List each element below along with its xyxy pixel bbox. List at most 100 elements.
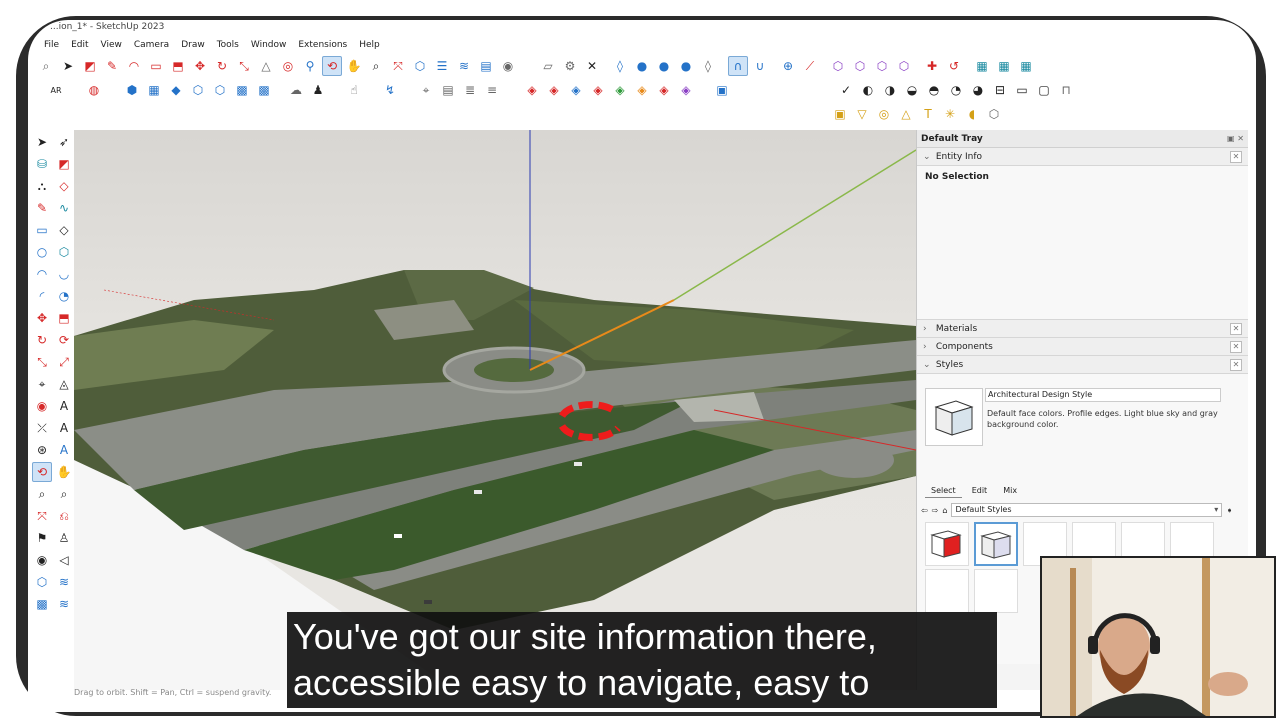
component-icon[interactable]: ⬡ [410, 56, 430, 76]
arc-icon[interactable]: ◠ [124, 56, 144, 76]
box-icon[interactable]: ⬢ [122, 80, 142, 100]
rotate-icon[interactable]: ↻ [212, 56, 232, 76]
node-icon[interactable]: ✚ [922, 56, 942, 76]
texture-icon[interactable]: ◒ [902, 80, 922, 100]
menu-view[interactable]: View [95, 40, 128, 50]
tri-icon[interactable]: △ [896, 104, 916, 124]
magnet-link-icon[interactable]: ∪ [750, 56, 770, 76]
hex3-icon[interactable]: ⬡ [872, 56, 892, 76]
close-icon[interactable]: ✕ [1230, 341, 1242, 353]
menu-edit[interactable]: Edit [65, 40, 94, 50]
paint-drop-icon[interactable]: ● [632, 56, 652, 76]
followme-icon[interactable]: ⟳ [54, 330, 74, 350]
style-thumbnail[interactable] [974, 569, 1018, 613]
orbit-tool-icon[interactable]: ⊛ [32, 440, 52, 460]
magnet-icon[interactable]: ∩ [728, 56, 748, 76]
component-tool-icon[interactable]: ⬡ [32, 572, 52, 592]
polygon-icon[interactable]: ⬡ [54, 242, 74, 262]
menu-window[interactable]: Window [245, 40, 293, 50]
tab-mix[interactable]: Mix [997, 484, 1023, 498]
hex2-icon[interactable]: ⬡ [850, 56, 870, 76]
search-icon[interactable]: ⌕ [36, 56, 56, 76]
menu-tools[interactable]: Tools [211, 40, 245, 50]
view-dark-icon[interactable]: ◈ [544, 80, 564, 100]
menu-draw[interactable]: Draw [175, 40, 211, 50]
connect-icon[interactable]: ⟋ [800, 56, 820, 76]
eraser-tool-icon[interactable]: ◩ [54, 154, 74, 174]
menu-camera[interactable]: Camera [128, 40, 175, 50]
view-red3-icon[interactable]: ◈ [654, 80, 674, 100]
globe-icon[interactable]: ◍ [84, 80, 104, 100]
pushpull-tool-icon[interactable]: ⬒ [54, 308, 74, 328]
look-around-icon[interactable]: ◉ [32, 550, 52, 570]
rotate-tool-icon[interactable]: ↻ [32, 330, 52, 350]
style-name-field[interactable]: Architectural Design Style [985, 388, 1221, 402]
terrain-tool-icon[interactable]: ≋ [54, 594, 74, 614]
tape-icon[interactable]: ⌖ [32, 374, 52, 394]
3dtext-icon[interactable]: A [54, 418, 74, 438]
offset-tool-icon[interactable]: ⤢ [54, 352, 74, 372]
dimension-icon[interactable]: ◬ [54, 374, 74, 394]
sync-icon[interactable]: ↯ [380, 80, 400, 100]
tag-icon[interactable]: ⌖ [416, 80, 436, 100]
sandbox-tool-icon[interactable]: ≋ [54, 572, 74, 592]
close-icon[interactable]: ✕ [582, 56, 602, 76]
model-viewport[interactable] [74, 130, 916, 690]
grid-icon[interactable]: ▦ [972, 56, 992, 76]
text-tool-icon[interactable]: A [54, 396, 74, 416]
lock-icon[interactable]: ⊓ [1056, 80, 1076, 100]
doc-icon[interactable]: ▤ [438, 80, 458, 100]
components-header[interactable]: › Components ✕ [917, 338, 1248, 356]
list-icon[interactable]: ≡ [482, 80, 502, 100]
hex-icon[interactable]: ⬡ [828, 56, 848, 76]
walk-icon[interactable]: ⚲ [300, 56, 320, 76]
view-red-icon[interactable]: ◈ [522, 80, 542, 100]
grid-box-icon[interactable]: ▦ [144, 80, 164, 100]
refresh-icon[interactable]: ↺ [944, 56, 964, 76]
funnel-icon[interactable]: ▽ [852, 104, 872, 124]
mesh-icon[interactable]: ▩ [232, 80, 252, 100]
circle-icon[interactable]: ◎ [874, 104, 894, 124]
entity-info-header[interactable]: ⌄ Entity Info ✕ [917, 148, 1248, 166]
person-icon[interactable]: ♟ [308, 80, 328, 100]
wire-icon[interactable]: ◔ [946, 80, 966, 100]
layer-icon[interactable]: ☰ [432, 56, 452, 76]
back-icon[interactable]: ⇦ [921, 506, 928, 515]
select-icon[interactable]: ➤ [58, 56, 78, 76]
t-icon[interactable]: T [918, 104, 938, 124]
menu-help[interactable]: Help [353, 40, 386, 50]
view-red2-icon[interactable]: ◈ [588, 80, 608, 100]
pan-icon[interactable]: ✋ [344, 56, 364, 76]
freehand-icon[interactable]: ∿ [54, 198, 74, 218]
section-icon[interactable]: ⊟ [990, 80, 1010, 100]
style-thumbnail[interactable] [925, 569, 969, 613]
pie-icon[interactable]: ◔ [54, 286, 74, 306]
circle-tool-icon[interactable]: ○ [32, 242, 52, 262]
orbit-icon[interactable]: ◎ [278, 56, 298, 76]
empty-drop-icon[interactable]: ◊ [698, 56, 718, 76]
view-blue-icon[interactable]: ◈ [566, 80, 586, 100]
mono-icon[interactable]: ◓ [924, 80, 944, 100]
diamond-icon[interactable]: ◆ [166, 80, 186, 100]
grid2-icon[interactable]: ▦ [994, 56, 1014, 76]
move-icon[interactable]: ✥ [190, 56, 210, 76]
tab-select[interactable]: Select [925, 484, 962, 498]
menu-file[interactable]: File [38, 40, 65, 50]
text-label-icon[interactable]: A [54, 440, 74, 460]
zoom-extents-icon[interactable]: ⤧ [388, 56, 408, 76]
zoom-window-icon[interactable]: ⌕ [54, 484, 74, 504]
gem-icon[interactable]: ⬡ [984, 104, 1004, 124]
previous-icon[interactable]: ⎌ [54, 506, 74, 526]
xray-icon[interactable]: ◐ [858, 80, 878, 100]
hand-icon[interactable]: ☝ [344, 80, 364, 100]
window-icon[interactable]: ▣ [712, 80, 732, 100]
cube-icon[interactable]: ⬡ [188, 80, 208, 100]
photo-icon[interactable]: ▣ [830, 104, 850, 124]
cube2-icon[interactable]: ⬡ [210, 80, 230, 100]
hidden-icon[interactable]: ◕ [968, 80, 988, 100]
style-thumbnail[interactable] [925, 522, 969, 566]
pencil-icon[interactable]: ✎ [32, 198, 52, 218]
mesh2-icon[interactable]: ▩ [254, 80, 274, 100]
check-icon[interactable]: ✓ [836, 80, 856, 100]
pan-tool-icon[interactable]: ✋ [54, 462, 74, 482]
